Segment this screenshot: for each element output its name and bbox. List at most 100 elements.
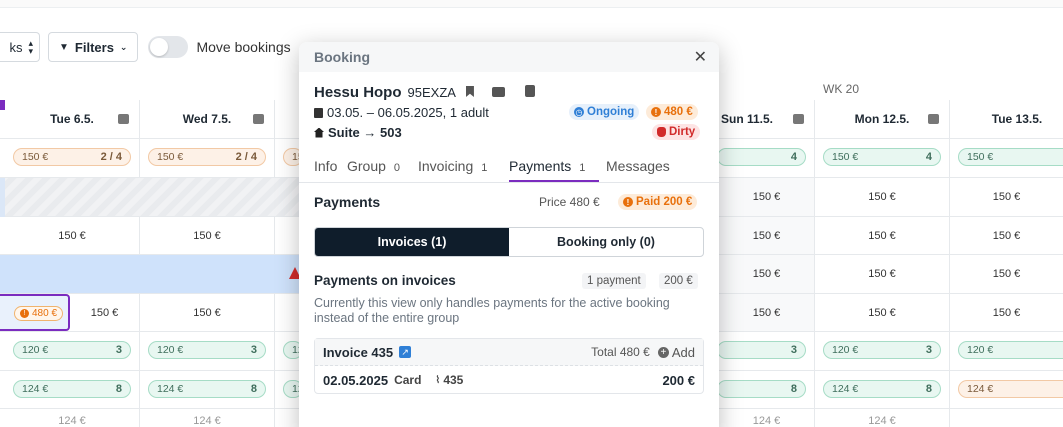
guest-name[interactable]: Hessu Hopo [314, 84, 402, 101]
plus-icon: + [657, 346, 669, 358]
comment-icon[interactable] [253, 114, 264, 124]
price-cell[interactable]: 150 € [950, 294, 1063, 331]
bookmark-icon[interactable] [465, 86, 474, 97]
price-cell[interactable]: 150 € [815, 294, 950, 331]
rate-pill[interactable]: 124 €8 [13, 380, 131, 398]
rate-pill[interactable]: 120 € [958, 341, 1063, 359]
day-header[interactable]: Tue 13.5. [950, 100, 1063, 138]
payment-row[interactable]: 02.05.2025 Card ⌇ 435 200 € [315, 366, 703, 394]
rate-pill[interactable]: 120 €3 [13, 341, 131, 359]
price-cell[interactable]: 150 € [950, 255, 1063, 293]
payments-on-invoices-heading: Payments on invoices [314, 273, 456, 288]
rate-pill[interactable]: 150 €2 / 4 [13, 148, 131, 166]
payment-amount: 200 € [662, 372, 695, 388]
invoice-header: Invoice 435 ↗ Total 480 € + Add [315, 339, 703, 366]
price-cell[interactable]: 150 € [140, 294, 275, 331]
print-icon[interactable] [491, 87, 505, 97]
modal-title: Booking [314, 49, 370, 65]
payment-method: Card [394, 373, 422, 387]
status-ongoing-badge: ◷ Ongoing [569, 104, 640, 120]
tab-info[interactable]: Info [314, 158, 337, 174]
active-tab-indicator [509, 180, 599, 182]
view-select[interactable]: ks ▴ ▾ [0, 32, 40, 62]
booking-code: 95EXZA [407, 85, 456, 100]
comment-icon[interactable] [793, 114, 804, 124]
tab-messages[interactable]: Messages [606, 158, 670, 174]
dates-line: 03.05. – 06.05.2025, 1 adult [314, 105, 489, 120]
amount-due-badge: ! 480 € [646, 104, 698, 120]
booking-only-segment[interactable]: Booking only (0) [509, 228, 703, 256]
rate-pill[interactable]: 3 [717, 341, 806, 359]
rate-pill[interactable]: 150 €2 / 4 [148, 148, 266, 166]
rate-pill[interactable]: 124 € [958, 380, 1063, 398]
move-bookings-label: Move bookings [196, 39, 291, 55]
rate-pill[interactable]: 150 € [958, 148, 1063, 166]
rate-pill[interactable]: 124 €8 [823, 380, 941, 398]
modal-tabs: Info Group 0 Invoicing 1 Payments 1 Message… [299, 152, 719, 183]
price-cell[interactable]: 150 € [815, 178, 950, 216]
alert-icon: ! [623, 197, 633, 207]
price-cell[interactable]: 150 € [719, 217, 815, 254]
modal-header: Booking ✕ [299, 42, 719, 72]
price-cell[interactable]: 150 € [950, 178, 1063, 216]
selected-booking[interactable]: ! 480 € [0, 294, 70, 331]
close-icon[interactable]: ✕ [694, 47, 707, 67]
alert-icon: ! [651, 107, 661, 117]
invoice-card: Invoice 435 ↗ Total 480 € + Add 02.05.20… [314, 338, 704, 394]
filters-label: Filters [74, 39, 114, 55]
home-icon [314, 127, 324, 138]
invoice-title[interactable]: Invoice 435 [323, 345, 393, 360]
price-cell[interactable]: 150 € [815, 255, 950, 293]
view-select-label: ks [9, 39, 23, 55]
price-cell[interactable]: 150 € [719, 255, 815, 293]
price-cell[interactable]: 150 € [5, 217, 140, 254]
move-bookings-toggle[interactable] [148, 36, 189, 58]
external-link-icon[interactable]: ↗ [399, 346, 412, 358]
tab-group[interactable]: Group 0 [347, 158, 400, 174]
day-header[interactable]: Wed 7.5. [140, 100, 275, 138]
rate-pill[interactable]: 4 [717, 148, 806, 166]
payment-total-badge: 200 € [659, 273, 698, 289]
price-cell[interactable]: 150 € [70, 294, 140, 331]
booking-dates: 03.05. – 06.05.2025, 1 adult [327, 105, 489, 120]
paperclip-icon: ⌇ [435, 374, 441, 386]
day-header[interactable]: Tue 6.5. [5, 100, 140, 138]
payment-reference: ⌇ 435 [435, 373, 464, 387]
room-assignment[interactable]: Suite → 503 [328, 125, 402, 140]
rate-pill[interactable]: 150 €4 [823, 148, 941, 166]
rate-pill[interactable]: 124 €8 [148, 380, 266, 398]
price-cell[interactable]: 150 € [140, 217, 275, 254]
price-cell[interactable]: 150 € [719, 294, 815, 331]
filters-button[interactable]: ▼ Filters ⌄ [48, 32, 139, 62]
comment-icon[interactable] [928, 114, 939, 124]
tab-invoicing[interactable]: Invoicing 1 [418, 158, 487, 174]
payment-date: 02.05.2025 [323, 372, 389, 388]
tab-payments[interactable]: Payments 1 [509, 158, 585, 174]
add-payment-button[interactable]: + Add [657, 345, 695, 360]
payments-segmented-control: Invoices (1) Booking only (0) [314, 227, 704, 257]
rate-pill[interactable]: 120 €3 [148, 341, 266, 359]
funnel-icon: ▼ [59, 41, 69, 53]
updown-icon: ▴ ▾ [28, 38, 33, 56]
paid-badge: ! Paid 200 € [618, 194, 698, 210]
price-label: Price 480 € [539, 195, 600, 209]
payments-title: Payments [314, 194, 381, 210]
comment-icon[interactable] [118, 114, 129, 124]
price-cell[interactable]: 150 € [719, 178, 815, 216]
rate-pill[interactable]: 8 [717, 380, 806, 398]
price-cell[interactable]: 150 € [815, 217, 950, 254]
guest-line: Hessu Hopo 95EXZA [314, 84, 535, 101]
toolbar: ks ▴ ▾ ▼ Filters ⌄ Move bookings [0, 32, 291, 62]
payment-count-badge: 1 payment [582, 273, 646, 289]
price-cell[interactable]: 150 € [950, 217, 1063, 254]
invoice-total: Total 480 € [591, 345, 650, 359]
status-dirty-badge[interactable]: Dirty [652, 124, 701, 140]
day-header[interactable]: Mon 12.5. [815, 100, 950, 138]
rate-pill[interactable]: 120 €3 [823, 341, 941, 359]
clipboard-icon[interactable] [524, 85, 535, 97]
chevron-down-icon: ⌄ [119, 41, 128, 52]
booking-modal: Booking ✕ Hessu Hopo 95EXZA 03.05. – 06.… [299, 42, 719, 427]
invoices-segment[interactable]: Invoices (1) [315, 228, 509, 256]
calendar-icon [314, 107, 323, 118]
scope-note: Currently this view only handles payment… [314, 296, 670, 325]
